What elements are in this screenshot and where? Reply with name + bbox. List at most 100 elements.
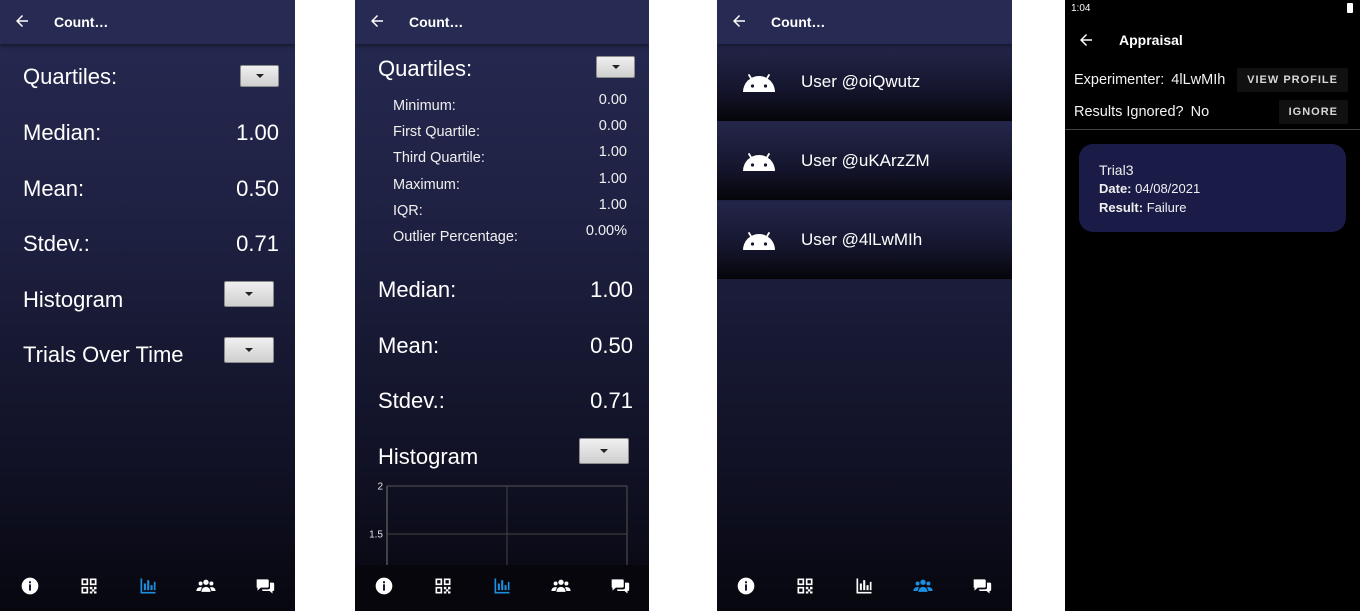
stats-icon[interactable] <box>138 576 158 596</box>
android-icon <box>741 150 777 172</box>
qr-code-icon[interactable] <box>79 576 99 596</box>
median-row: Median: 1.00 <box>23 120 279 150</box>
stdev-label: Stdev.: <box>23 231 90 256</box>
minimum-value: 0.00 <box>598 92 627 108</box>
median-value: 1.00 <box>236 120 279 145</box>
stdev-row: Stdev.: 0.71 <box>378 388 633 418</box>
maximum-row: Maximum: 1.00 <box>393 171 627 197</box>
stats-icon[interactable] <box>492 576 512 596</box>
minimum-label: Minimum: <box>393 98 456 114</box>
chevron-down-icon <box>600 449 608 453</box>
android-icon <box>741 229 777 251</box>
status-bar: 1:04 <box>1065 0 1360 18</box>
app-bar: Count… <box>0 0 295 44</box>
results-ignored-line: Results Ignored? No <box>1074 104 1209 120</box>
mean-value: 0.50 <box>590 333 633 358</box>
trials-over-time-dropdown[interactable] <box>224 337 274 363</box>
page-title: Count… <box>409 14 464 30</box>
users-icon[interactable] <box>913 576 933 596</box>
stats-screen-collapsed: Count… Quartiles: Median: 1.00 Mean: 0.5… <box>0 0 295 611</box>
third-quartile-value: 1.00 <box>598 144 627 161</box>
divider <box>1065 129 1360 130</box>
histogram-label: Histogram <box>23 287 124 312</box>
median-label: Median: <box>378 277 457 302</box>
stats-icon[interactable] <box>854 576 874 596</box>
ignore-button[interactable]: IGNORE <box>1278 100 1348 124</box>
histogram-chart: 21.510.5 <box>369 482 628 570</box>
experimenter-label: Experimenter: <box>1074 72 1165 88</box>
users-icon[interactable] <box>196 576 216 596</box>
back-arrow-icon[interactable] <box>368 12 386 30</box>
minimum-row: Minimum: 0.00 <box>393 92 627 118</box>
chevron-down-icon <box>255 74 264 78</box>
quartiles-row: Quartiles: <box>378 56 633 86</box>
results-ignored-label: Results Ignored? <box>1074 104 1184 120</box>
chevron-down-icon <box>245 348 253 352</box>
users-screen: Count… User @oiQwutz User @uKArzZM User … <box>717 0 1012 611</box>
qr-code-icon[interactable] <box>433 576 453 596</box>
info-icon[interactable] <box>20 576 40 596</box>
bottom-navbar <box>717 565 1012 611</box>
page-title: Count… <box>54 14 109 30</box>
mean-value: 0.50 <box>236 176 279 201</box>
user-name: User @uKArzZM <box>801 151 930 170</box>
mean-label: Mean: <box>378 333 440 358</box>
median-label: Median: <box>23 120 102 145</box>
info-icon[interactable] <box>736 576 756 596</box>
trial-card[interactable]: Trial3 Date: 04/08/2021 Result: Failure <box>1079 144 1346 232</box>
outlier-percentage-row: Outlier Percentage: 0.00% <box>393 223 627 249</box>
third-quartile-row: Third Quartile: 1.00 <box>393 144 627 170</box>
outlier-percentage-label: Outlier Percentage: <box>393 228 518 245</box>
mean-row: Mean: 0.50 <box>378 333 633 363</box>
histogram-dropdown[interactable] <box>224 281 274 307</box>
back-arrow-icon[interactable] <box>13 12 31 30</box>
back-arrow-icon[interactable] <box>1077 31 1095 49</box>
y-tick-label: 2 <box>377 482 383 493</box>
iqr-value: 1.00 <box>598 196 627 213</box>
app-bar: Count… <box>355 0 649 44</box>
first-quartile-row: First Quartile: 0.00 <box>393 118 627 144</box>
bottom-navbar <box>355 565 649 611</box>
chevron-down-icon <box>245 292 253 296</box>
y-tick-label: 1.5 <box>369 530 383 541</box>
info-icon[interactable] <box>374 576 394 596</box>
page-title: Count… <box>771 14 826 30</box>
histogram-label: Histogram <box>378 444 479 469</box>
chat-icon[interactable] <box>255 576 275 596</box>
user-list-item[interactable]: User @uKArzZM <box>717 123 1012 200</box>
user-name: User @oiQwutz <box>801 72 921 91</box>
stats-screen-expanded: Count… Quartiles: Minimum: 0.00 First Qu… <box>355 0 649 611</box>
first-quartile-value: 0.00 <box>598 118 627 135</box>
bottom-navbar <box>0 565 295 611</box>
quartiles-dropdown[interactable] <box>240 65 279 87</box>
median-row: Median: 1.00 <box>378 277 633 307</box>
android-icon <box>741 71 777 93</box>
histogram-dropdown[interactable] <box>579 438 629 464</box>
quartiles-list: Minimum: 0.00 First Quartile: 0.00 Third… <box>393 92 627 249</box>
trials-over-time-label: Trials Over Time <box>23 342 184 367</box>
outlier-percentage-value: 0.00% <box>585 222 627 239</box>
stdev-label: Stdev.: <box>378 388 445 413</box>
iqr-row: IQR: 1.00 <box>393 197 627 223</box>
mean-row: Mean: 0.50 <box>23 176 279 206</box>
qr-code-icon[interactable] <box>795 576 815 596</box>
chat-icon[interactable] <box>972 576 992 596</box>
trial-date-line: Date: 04/08/2021 <box>1099 181 1200 196</box>
users-icon[interactable] <box>551 576 571 596</box>
results-ignored-value: No <box>1190 104 1210 120</box>
view-profile-button[interactable]: VIEW PROFILE <box>1237 68 1348 92</box>
user-list-item[interactable]: User @4lLwMIh <box>717 202 1012 279</box>
experimenter-value: 4lLwMIh <box>1171 72 1226 88</box>
trial-name: Trial3 <box>1099 162 1134 178</box>
quartiles-label: Quartiles: <box>378 56 473 81</box>
user-list-item[interactable]: User @oiQwutz <box>717 44 1012 121</box>
user-name: User @4lLwMIh <box>801 230 923 249</box>
stdev-value: 0.71 <box>590 388 633 413</box>
maximum-value: 1.00 <box>598 170 627 187</box>
iqr-label: IQR: <box>393 202 423 219</box>
quartiles-dropdown[interactable] <box>596 56 635 78</box>
back-arrow-icon[interactable] <box>730 12 748 30</box>
third-quartile-label: Third Quartile: <box>393 150 485 167</box>
trial-result-line: Result: Failure <box>1099 200 1186 215</box>
chat-icon[interactable] <box>610 576 630 596</box>
